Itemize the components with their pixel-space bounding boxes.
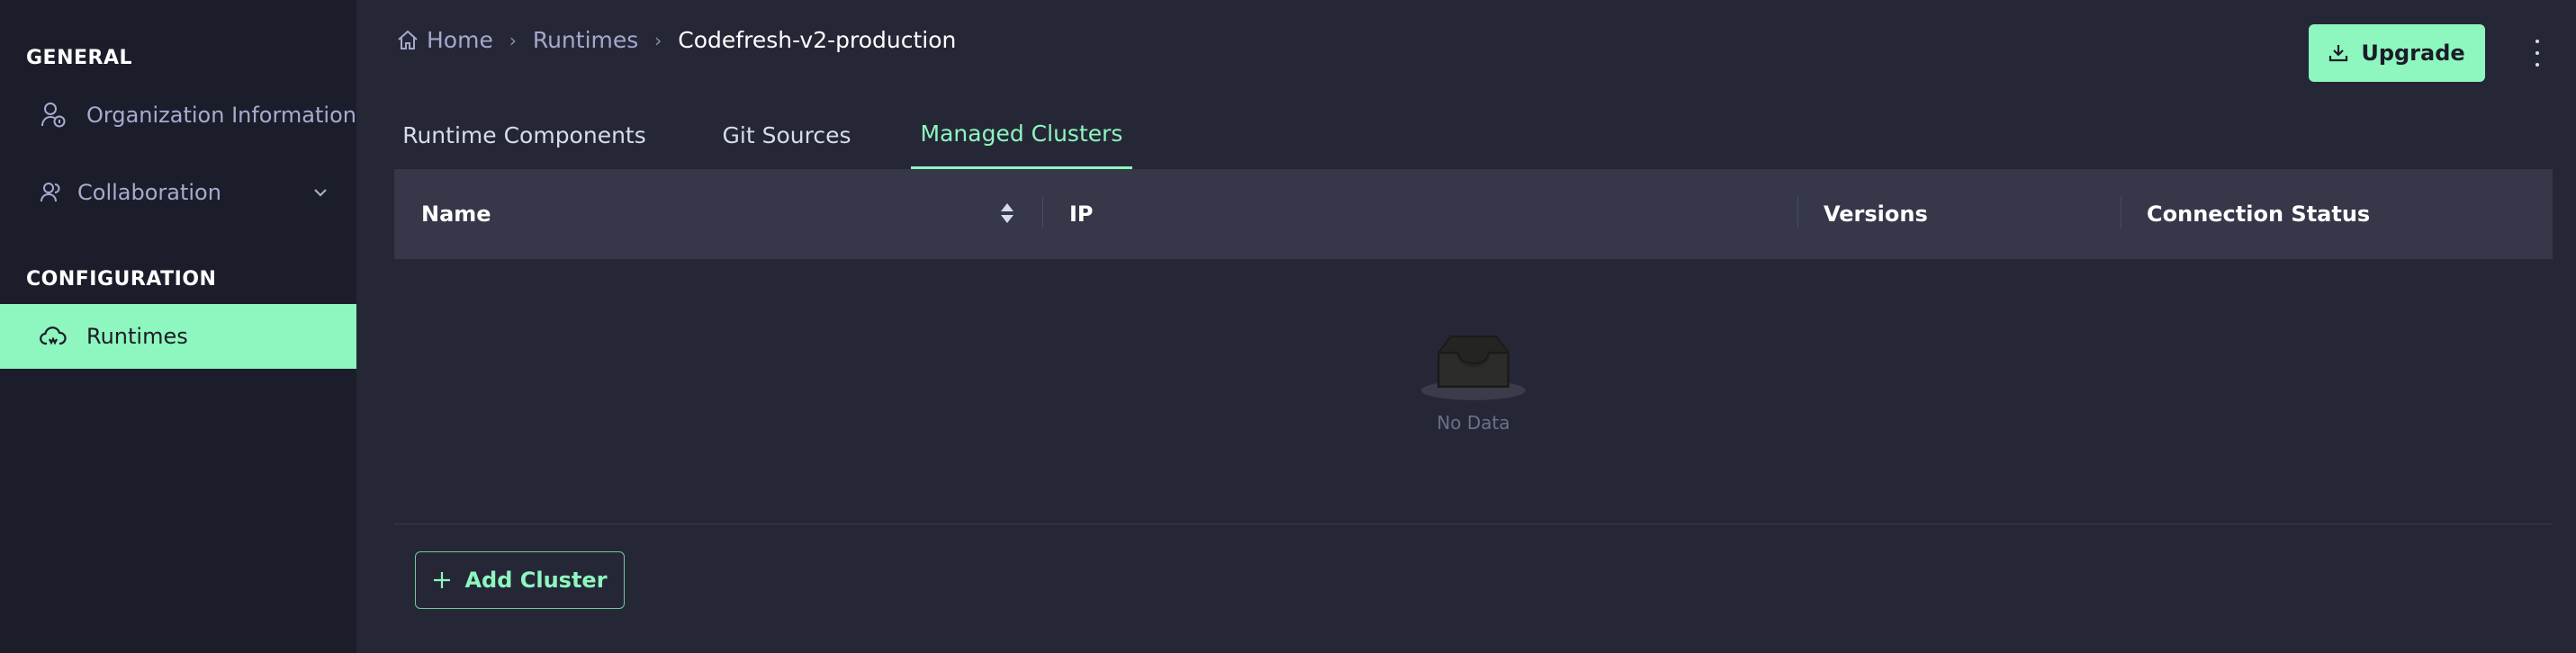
breadcrumb-runtimes[interactable]: Runtimes: [533, 27, 638, 53]
chevron-down-icon[interactable]: [311, 182, 329, 207]
add-cluster-button[interactable]: Add Cluster: [415, 551, 625, 609]
download-icon: [2328, 43, 2348, 63]
breadcrumb: Home › Runtimes › Codefresh-v2-productio…: [396, 27, 956, 53]
users-icon: [38, 179, 65, 206]
breadcrumb-separator-icon: ›: [654, 29, 662, 51]
column-divider: [1042, 196, 1043, 228]
cloud-icon: [40, 323, 67, 350]
empty-state: No Data: [394, 259, 2553, 524]
column-header-name[interactable]: Name: [421, 169, 491, 259]
column-header-connection-status: Connection Status: [2147, 201, 2371, 227]
column-header-ip: IP: [1069, 201, 1094, 227]
sidebar-item-organization-information[interactable]: Organization Information: [0, 83, 356, 148]
empty-state-text: No Data: [1437, 412, 1510, 434]
tab-managed-clusters[interactable]: Managed Clusters: [911, 101, 1132, 169]
sidebar-item-label: Collaboration: [77, 180, 221, 205]
more-options-icon[interactable]: [2526, 40, 2549, 67]
breadcrumb-current: Codefresh-v2-production: [678, 27, 957, 53]
home-icon: [396, 29, 419, 52]
sidebar-section-general: GENERAL: [26, 47, 133, 69]
sidebar: GENERAL Organization Information Collabo…: [0, 0, 356, 653]
breadcrumb-home[interactable]: Home: [396, 27, 493, 53]
sidebar-item-label: Runtimes: [86, 324, 188, 349]
user-info-icon: [40, 102, 67, 129]
table-header: Name IP Versions Connection Status: [394, 169, 2553, 259]
upgrade-label: Upgrade: [2361, 40, 2465, 66]
upgrade-button[interactable]: Upgrade: [2309, 24, 2485, 82]
column-header-versions: Versions: [1824, 201, 1928, 227]
sidebar-section-configuration: CONFIGURATION: [26, 268, 217, 291]
add-cluster-label: Add Cluster: [464, 568, 608, 593]
column-divider: [1797, 196, 1798, 228]
sidebar-item-runtimes[interactable]: Runtimes: [0, 304, 356, 369]
sidebar-item-collaboration[interactable]: Collaboration: [0, 160, 356, 225]
breadcrumb-separator-icon: ›: [509, 29, 517, 51]
breadcrumb-home-label: Home: [427, 27, 493, 53]
tab-git-sources[interactable]: Git Sources: [702, 101, 871, 169]
plus-icon: [432, 570, 452, 590]
tab-bar: Runtime Components Git Sources Managed C…: [396, 101, 2553, 169]
tab-runtime-components[interactable]: Runtime Components: [396, 101, 653, 169]
empty-inbox-icon: [1421, 335, 1526, 400]
sort-icon[interactable]: [1000, 201, 1014, 230]
clusters-table: Name IP Versions Connection Status No Da…: [394, 169, 2553, 524]
sidebar-item-label: Organization Information: [86, 103, 356, 128]
